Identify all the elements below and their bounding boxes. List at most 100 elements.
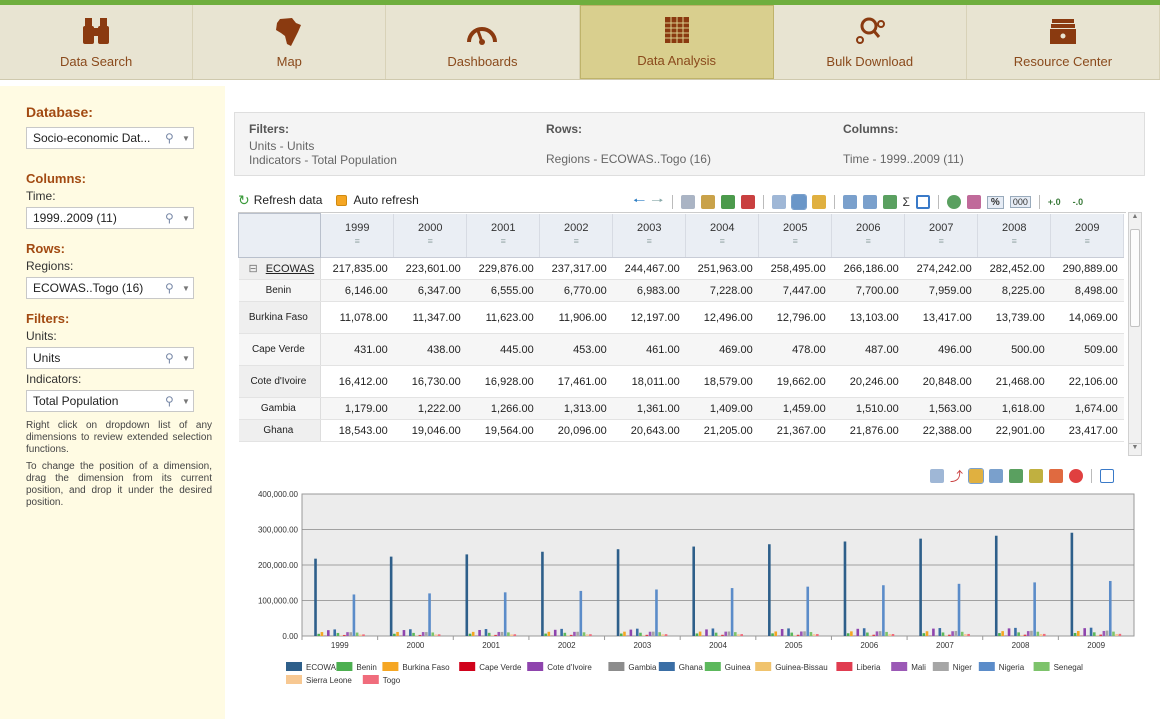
column-header-year[interactable]: 2007 ≡ [904,213,979,258]
chevron-down-icon[interactable]: ▼ [179,214,193,223]
colors-icon[interactable] [966,195,981,209]
decimal-increase-icon[interactable]: +.0 [1048,197,1061,207]
table-chart-view-icon[interactable] [790,194,807,210]
filter-icon[interactable]: ≡ [905,236,977,246]
forward-arrow-icon[interactable]: 🠒 [651,190,663,214]
nav-bulk-download[interactable]: Bulk Download [774,5,967,79]
filter-icon[interactable]: ≡ [321,236,393,246]
export-icon[interactable] [700,195,715,209]
column-header-year[interactable]: 2003 ≡ [612,213,687,258]
excel-export-icon[interactable] [720,195,735,209]
bar [938,628,942,636]
bar [859,635,863,636]
scatter-icon[interactable] [1029,468,1044,483]
refresh-data-button[interactable]: Refresh data [254,193,323,207]
chart-settings-icon[interactable] [1100,468,1115,483]
decimal-decrease-icon[interactable]: -.0 [1073,197,1084,207]
filter-icon[interactable]: ≡ [759,236,831,246]
chevron-down-icon[interactable]: ▼ [179,397,193,406]
table-cell: 6,347.00 [393,279,467,302]
grid-toolbar: ↻ Refresh data Auto refresh 🠐 🠒 Σ % 000 … [238,190,1148,210]
stacked-bar-icon[interactable] [1009,468,1024,483]
refresh-icon[interactable]: ↻ [238,192,250,209]
column-header-year[interactable]: 2006 ≡ [831,213,906,258]
grid-lines-icon[interactable] [915,195,930,209]
nav-data-analysis[interactable]: Data Analysis [579,5,774,79]
chart-refresh-icon[interactable] [930,468,944,483]
pie-chart-icon[interactable] [1069,468,1084,483]
bar [941,632,945,636]
nav-map[interactable]: Map [193,5,387,79]
layout-top-icon[interactable] [842,195,857,209]
ecowas-link[interactable]: ECOWAS [266,263,315,275]
filter-icon[interactable]: ≡ [467,236,539,246]
nav-dashboards[interactable]: Dashboards [386,5,580,79]
scroll-up-icon[interactable]: ▲ [1129,213,1141,225]
nav-resource-center[interactable]: Resource Center [967,5,1160,79]
bar [734,632,737,636]
column-header-year[interactable]: 2004 ≡ [685,213,760,258]
table-cell: 6,146.00 [320,279,394,302]
filter-icon[interactable]: ≡ [394,236,466,246]
collapse-icon[interactable]: ⊟ [249,263,258,275]
chevron-down-icon[interactable]: ▼ [179,134,193,143]
sum-icon[interactable]: Σ [903,195,910,209]
settings-icon[interactable] [946,195,961,209]
chevron-down-icon[interactable]: ▼ [179,284,193,293]
column-header-year[interactable]: 2002 ≡ [539,213,614,258]
table-cell: 244,467.00 [612,257,686,280]
print-icon[interactable] [680,195,695,209]
column-header-year[interactable]: 2009 ≡ [1050,213,1125,258]
auto-refresh-label[interactable]: Auto refresh [353,193,418,207]
filter-icon[interactable]: ≡ [978,236,1050,246]
time-select[interactable]: 1999..2009 (11) ⚲ ▼ [26,207,194,229]
table-cell: 1,618.00 [977,397,1051,420]
filter-icon[interactable]: ≡ [686,236,758,246]
filter-icon[interactable]: ≡ [540,236,612,246]
database-select[interactable]: Socio-economic Dat... ⚲ ▼ [26,127,194,149]
row-header[interactable]: ⊟ ECOWAS [238,257,322,280]
horizontal-bar-icon[interactable] [989,468,1004,483]
auto-refresh-checkbox[interactable] [336,194,348,206]
filter-icon[interactable]: ≡ [613,236,685,246]
column-header-year[interactable]: 1999 ≡ [320,213,395,258]
filter-icon[interactable]: ≡ [832,236,904,246]
table-view-icon[interactable] [771,195,786,209]
scroll-down-icon[interactable]: ▼ [1129,443,1141,455]
layout-side-icon[interactable] [882,195,897,209]
column-header-year[interactable]: 2000 ≡ [393,213,468,258]
units-select[interactable]: Units ⚲ ▼ [26,347,194,369]
search-icon[interactable]: ⚲ [165,351,179,365]
x-tick-label: 2005 [785,641,803,650]
search-icon[interactable]: ⚲ [165,394,179,408]
nav-label: Bulk Download [826,54,914,69]
area-chart-icon[interactable] [1049,468,1064,483]
column-header-year[interactable]: 2008 ≡ [977,213,1052,258]
column-header-year[interactable]: 2005 ≡ [758,213,833,258]
scroll-thumb[interactable] [1130,229,1140,327]
bar [352,594,356,636]
bar [349,632,353,636]
back-arrow-icon[interactable]: 🠐 [633,190,645,214]
search-icon[interactable]: ⚲ [165,131,179,145]
thousands-toggle[interactable]: 000 [1009,196,1031,208]
filter-icon[interactable]: ≡ [1051,236,1123,246]
help-note-drag: To change the position of a dimension, d… [26,461,212,508]
nav-data-search[interactable]: Data Search [0,5,194,79]
percent-toggle[interactable]: % [986,195,1004,209]
layout-bottom-icon[interactable] [862,195,877,209]
regions-select[interactable]: ECOWAS..Togo (16) ⚲ ▼ [26,277,194,299]
chart-view-icon[interactable] [811,195,826,209]
indicators-select[interactable]: Total Population ⚲ ▼ [26,390,194,412]
grid-scrollbar[interactable]: ▲ ▼ [1128,212,1142,456]
grid-table-icon [664,17,689,43]
line-chart-icon[interactable]: ⤴ [950,466,963,485]
chevron-down-icon[interactable]: ▼ [179,354,193,363]
pdf-export-icon[interactable] [740,195,755,209]
search-icon[interactable]: ⚲ [165,281,179,295]
bar [396,631,399,636]
column-header-year[interactable]: 2001 ≡ [466,213,541,258]
filters-summary: Filters: Units - Units Indicators - Tota… [249,122,397,167]
search-icon[interactable]: ⚲ [165,211,179,225]
bar-chart-icon[interactable] [968,467,985,484]
